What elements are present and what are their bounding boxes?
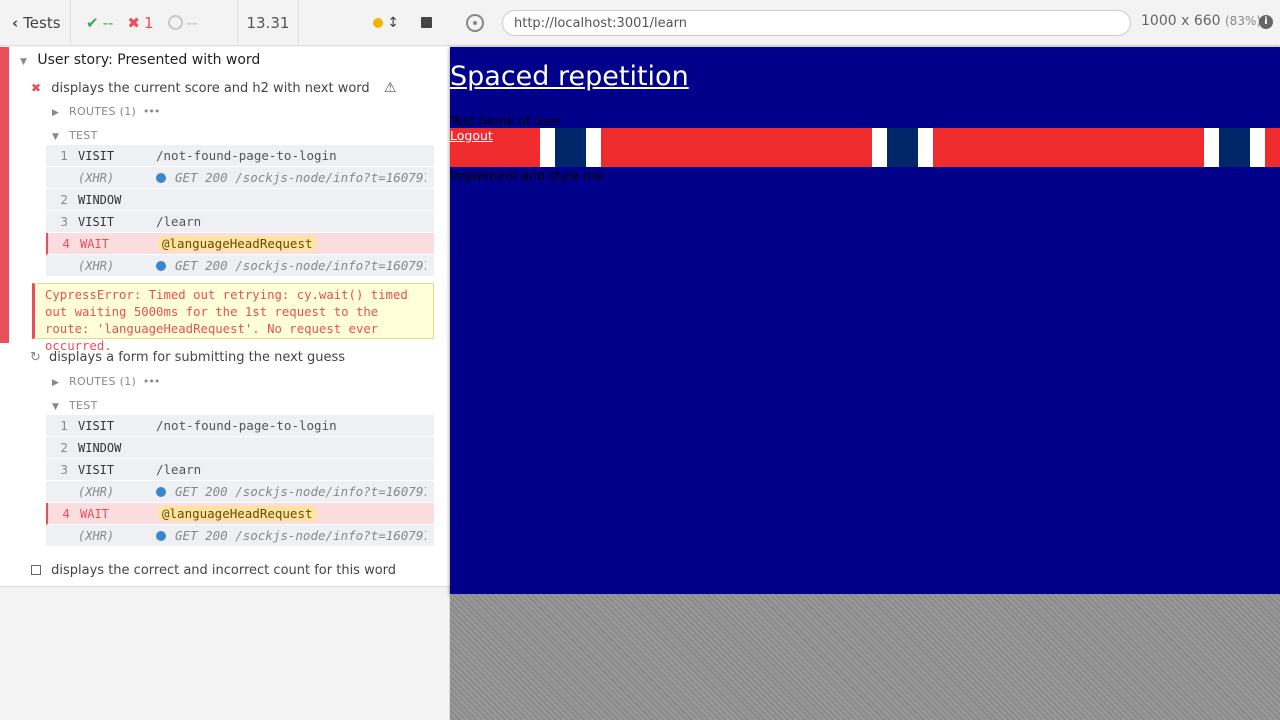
chevron-left-icon: ‹ (12, 13, 19, 32)
command-row[interactable]: 1 VISIT /not-found-page-to-login (46, 415, 434, 437)
test-item-pending[interactable]: displays the correct and incorrect count… (31, 563, 396, 578)
passed-stat: ✔ -- (86, 14, 113, 32)
test-section-toggle[interactable]: ▼ TEST (52, 399, 98, 412)
viewport-info: 1000 x 660 (83%) (1141, 13, 1261, 29)
test-item-failed[interactable]: ✖ displays the current score and h2 with… (31, 80, 396, 96)
reporter-panel: ‹ Tests ✔ -- ✖ 1 -- 13.31 ↕ ▼ User story… (0, 0, 450, 720)
alias-badge: @languageHeadRequest (158, 506, 317, 521)
x-icon: ✖ (127, 13, 140, 32)
command-row-xhr[interactable]: (XHR) GET 200 /sockjs-node/info?t=160797… (46, 525, 434, 547)
warning-icon: ⚠ (383, 80, 397, 96)
status-dot-icon (156, 486, 166, 497)
caret-down-icon: ▼ (52, 402, 60, 412)
controls: ↕ (299, 0, 450, 46)
tests-label: Tests (23, 13, 61, 32)
command-row-failed[interactable]: 4 WAIT @languageHeadRequest (46, 233, 434, 255)
spinner-icon: ↻ (30, 350, 41, 365)
user-name: Test name of user (450, 113, 562, 128)
viewport-scale: (83%) (1225, 14, 1262, 28)
test-section-toggle[interactable]: ▼ TEST (52, 129, 98, 142)
arrows-vertical-icon: ↕ (387, 14, 399, 31)
routes-toggle[interactable]: ▶ ROUTES (1) ••• (52, 105, 160, 118)
failed-stat: ✖ 1 (127, 14, 153, 32)
status-dot-icon (156, 260, 166, 271)
duration: 13.31 (237, 0, 299, 46)
more-icon: ••• (142, 375, 160, 388)
app-title[interactable]: Spaced repetition (450, 61, 689, 92)
selector-playground-icon[interactable] (466, 13, 484, 32)
test-item-running[interactable]: ↻ displays a form for submitting the nex… (30, 350, 345, 365)
stop-button[interactable] (421, 17, 432, 28)
command-row[interactable]: 2 WINDOW (46, 437, 434, 459)
passed-count: -- (102, 13, 114, 32)
flag-banner (450, 128, 1280, 167)
app-under-test-frame: Spaced repetition Test name of user Logo… (450, 47, 1280, 594)
caret-down-icon: ▼ (20, 57, 27, 67)
body-text: Implement and style me (450, 168, 603, 183)
command-row-xhr[interactable]: (XHR) GET 200 /sockjs-node/info?t=160797… (46, 481, 434, 503)
running-indicator-icon (373, 17, 384, 28)
flag-segment (540, 128, 601, 167)
suite-title[interactable]: ▼ User story: Presented with word (20, 52, 260, 68)
failed-stripe (0, 47, 9, 343)
routes-toggle[interactable]: ▶ ROUTES (1) ••• (52, 375, 160, 388)
error-message[interactable]: CypressError: Timed out retrying: cy.wai… (32, 283, 434, 353)
caret-down-icon: ▼ (52, 132, 60, 142)
more-icon: ••• (142, 105, 160, 118)
command-row[interactable]: 3 VISIT /learn (46, 459, 434, 481)
status-dot-icon (156, 530, 166, 541)
pending-stat: -- (167, 13, 198, 32)
test-list: ▼ User story: Presented with word ✖ disp… (0, 47, 450, 587)
tests-button[interactable]: ‹ Tests (0, 0, 71, 46)
command-row[interactable]: 3 VISIT /learn (46, 211, 434, 233)
pending-square-icon (31, 565, 41, 575)
status-dot-icon (156, 172, 166, 183)
stats: ✔ -- ✖ 1 -- (71, 0, 237, 46)
reporter-header: ‹ Tests ✔ -- ✖ 1 -- 13.31 ↕ (0, 0, 450, 46)
flag-segment (1204, 128, 1265, 167)
command-row[interactable]: 1 VISIT /not-found-page-to-login (46, 145, 434, 167)
caret-right-icon: ▶ (52, 108, 60, 118)
command-row-pending[interactable]: 4 WAIT @languageHeadRequest (46, 503, 434, 525)
alias-badge: @languageHeadRequest (158, 236, 317, 251)
viewport-toggle[interactable]: ↕ (373, 15, 399, 31)
viewport-size: 1000 x 660 (1141, 13, 1221, 29)
logout-link[interactable]: Logout (450, 128, 493, 143)
pending-count: -- (186, 13, 198, 32)
check-icon: ✔ (86, 13, 99, 32)
flag-segment (872, 128, 933, 167)
pending-icon (167, 15, 183, 30)
command-row-xhr[interactable]: (XHR) GET 200 /sockjs-node/info?t=160797… (46, 167, 434, 189)
info-icon[interactable]: i (1259, 15, 1273, 29)
command-row-xhr[interactable]: (XHR) GET 200 /sockjs-node/info?t=160797… (46, 255, 434, 277)
aut-header: http://localhost:3001/learn 1000 x 660 (… (450, 0, 1280, 46)
aut-background (450, 594, 1280, 720)
caret-right-icon: ▶ (52, 378, 60, 388)
x-icon: ✖ (31, 81, 42, 95)
url-bar[interactable]: http://localhost:3001/learn (502, 10, 1131, 36)
failed-count: 1 (143, 13, 154, 32)
command-row[interactable]: 2 WINDOW (46, 189, 434, 211)
